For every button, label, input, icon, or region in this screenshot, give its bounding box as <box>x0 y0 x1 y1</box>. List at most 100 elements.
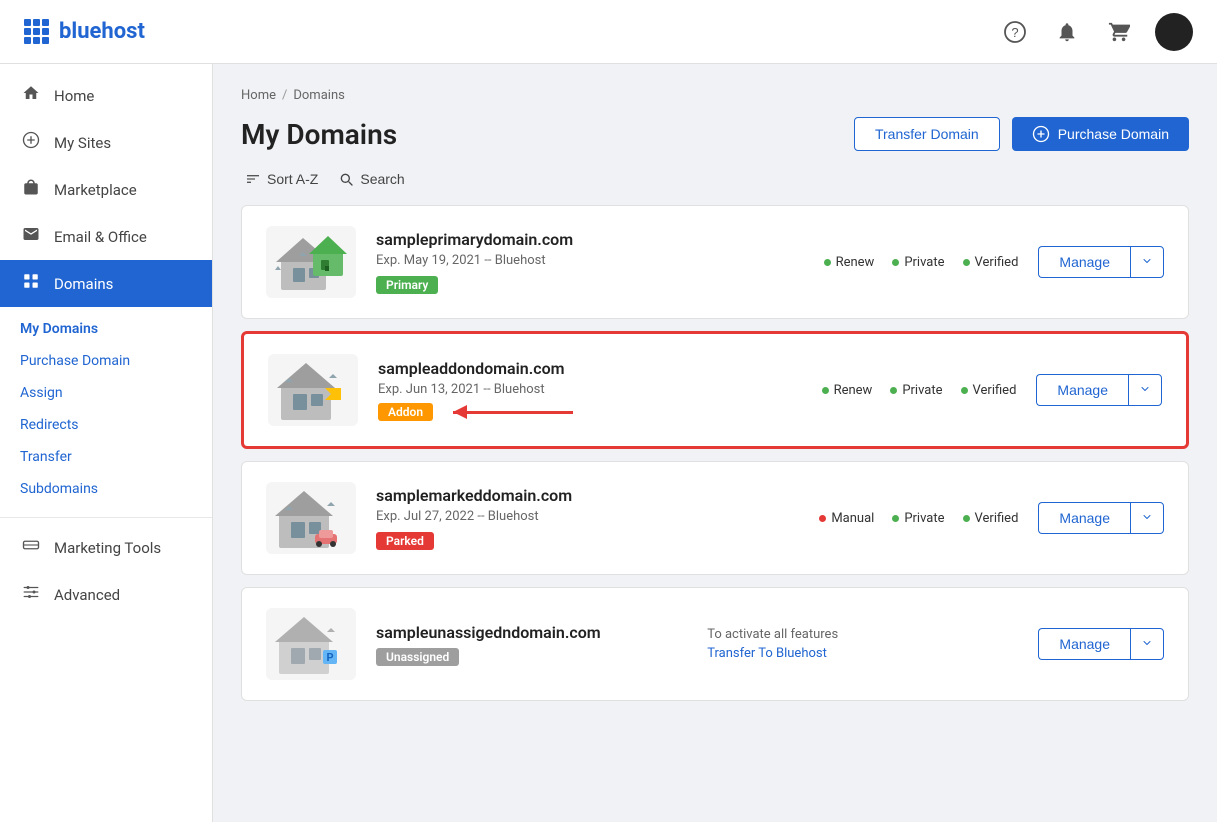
breadcrumb-home[interactable]: Home <box>241 88 276 103</box>
page-header: My Domains Transfer Domain Purchase Doma… <box>241 117 1189 151</box>
sidebar-divider <box>0 517 212 518</box>
sidebar-item-domains-label: Domains <box>54 275 113 293</box>
avatar[interactable] <box>1155 13 1193 51</box>
chevron-down-icon-parked <box>1141 511 1153 523</box>
sidebar-item-home-label: Home <box>54 87 94 105</box>
sidebar-item-marketplace[interactable]: Marketplace <box>0 166 212 213</box>
sidebar-item-my-sites-label: My Sites <box>54 134 111 152</box>
manage-dropdown-parked[interactable] <box>1130 502 1164 534</box>
verified-dot-addon <box>961 387 968 394</box>
domain-name-unassigned: sampleunassigedndomain.com <box>376 623 687 642</box>
sidebar-sub-assign[interactable]: Assign <box>0 377 212 409</box>
search-label: Search <box>360 171 404 187</box>
sort-label: Sort A-Z <box>267 171 318 187</box>
verified-label-addon: Verified <box>973 383 1017 398</box>
verified-label: Verified <box>975 255 1019 270</box>
sidebar-item-marketplace-label: Marketplace <box>54 181 137 199</box>
page-title: My Domains <box>241 118 397 151</box>
logo-grid-icon <box>24 19 49 44</box>
sidebar-item-marketing-label: Marketing Tools <box>54 539 161 557</box>
verified-label-parked: Verified <box>975 511 1019 526</box>
status-verified-addon: Verified <box>961 383 1017 398</box>
email-icon <box>20 225 42 248</box>
sidebar-sub-redirects[interactable]: Redirects <box>0 409 212 441</box>
transfer-to-bluehost-link[interactable]: Transfer To Bluehost <box>707 646 827 661</box>
domain-actions-parked: Manage <box>1038 502 1164 534</box>
manage-button-primary[interactable]: Manage <box>1038 246 1130 278</box>
private-label-addon: Private <box>902 383 942 398</box>
search-button[interactable]: Search <box>338 171 404 187</box>
badge-primary: Primary <box>376 276 438 294</box>
domain-name-addon: sampleaddondomain.com <box>378 359 802 378</box>
sidebar-item-advanced[interactable]: Advanced <box>0 571 212 618</box>
home-icon <box>20 84 42 107</box>
sidebar-item-marketing-tools[interactable]: Marketing Tools <box>0 524 212 571</box>
domain-info-unassigned: sampleunassigedndomain.com Unassigned <box>376 623 687 666</box>
sidebar-sub-my-domains[interactable]: My Domains <box>0 313 212 345</box>
help-icon[interactable]: ? <box>999 16 1031 48</box>
badge-unassigned: Unassigned <box>376 648 459 666</box>
renew-dot-addon <box>822 387 829 394</box>
verified-dot <box>963 259 970 266</box>
transfer-domain-button[interactable]: Transfer Domain <box>854 117 1000 151</box>
sidebar-sub-subdomains[interactable]: Subdomains <box>0 473 212 505</box>
bag-icon <box>20 178 42 201</box>
breadcrumb: Home / Domains <box>241 88 1189 103</box>
sidebar-sub-purchase-domain[interactable]: Purchase Domain <box>0 345 212 377</box>
domain-card-addon: sampleaddondomain.com Exp. Jun 13, 2021 … <box>241 331 1189 449</box>
manage-dropdown-addon[interactable] <box>1128 374 1162 406</box>
domain-status-primary: Renew Private Verified <box>824 255 1019 270</box>
domain-status-parked: Manual Private Verified <box>819 511 1018 526</box>
chevron-down-icon <box>1141 255 1153 267</box>
domain-name-primary: sampleprimarydomain.com <box>376 230 804 249</box>
domain-name-parked: samplemarkeddomain.com <box>376 486 799 505</box>
status-renew-primary: Renew <box>824 255 875 270</box>
sidebar-item-advanced-label: Advanced <box>54 586 120 604</box>
toolbar: Sort A-Z Search <box>241 171 1189 187</box>
sidebar-item-email-office[interactable]: Email & Office <box>0 213 212 260</box>
manage-dropdown-unassigned[interactable] <box>1130 628 1164 660</box>
domain-thumb-addon <box>268 354 358 426</box>
arrow-annotation <box>453 411 573 414</box>
sidebar-item-home[interactable]: Home <box>0 72 212 119</box>
manage-button-unassigned[interactable]: Manage <box>1038 628 1130 660</box>
bell-icon[interactable] <box>1051 16 1083 48</box>
status-private-addon: Private <box>890 383 942 398</box>
domain-exp-addon: Exp. Jun 13, 2021 -- Bluehost <box>378 382 802 397</box>
logo[interactable]: bluehost <box>24 19 145 44</box>
purchase-domain-button[interactable]: Purchase Domain <box>1012 117 1189 151</box>
sidebar-item-my-sites[interactable]: My Sites <box>0 119 212 166</box>
domain-actions-unassigned: Manage <box>1038 628 1164 660</box>
manage-dropdown-primary[interactable] <box>1130 246 1164 278</box>
manage-button-addon[interactable]: Manage <box>1036 374 1128 406</box>
sidebar-item-domains[interactable]: Domains <box>0 260 212 307</box>
private-dot <box>892 259 899 266</box>
main-content: Home / Domains My Domains Transfer Domai… <box>213 64 1217 822</box>
sort-button[interactable]: Sort A-Z <box>245 171 318 187</box>
chevron-down-icon-unassigned <box>1141 637 1153 649</box>
advanced-icon <box>20 583 42 606</box>
status-manual-parked: Manual <box>819 511 874 526</box>
svg-text:P: P <box>326 651 333 664</box>
cart-icon[interactable] <box>1103 16 1135 48</box>
domain-actions-primary: Manage <box>1038 246 1164 278</box>
header-icons: ? <box>999 13 1193 51</box>
layout: Home My Sites Marketplace Email & Office… <box>0 64 1217 822</box>
manual-label: Manual <box>831 511 874 526</box>
manage-button-parked[interactable]: Manage <box>1038 502 1130 534</box>
sidebar-sub-transfer[interactable]: Transfer <box>0 441 212 473</box>
renew-dot <box>824 259 831 266</box>
plus-circle-icon <box>1032 125 1050 143</box>
page-actions: Transfer Domain Purchase Domain <box>854 117 1189 151</box>
private-label-parked: Private <box>904 511 944 526</box>
status-verified-primary: Verified <box>963 255 1019 270</box>
domain-info-primary: sampleprimarydomain.com Exp. May 19, 202… <box>376 230 804 294</box>
renew-label: Renew <box>836 255 875 270</box>
domain-actions-addon: Manage <box>1036 374 1162 406</box>
domain-exp-parked: Exp. Jul 27, 2022 -- Bluehost <box>376 509 799 524</box>
domain-thumb-unassigned: P <box>266 608 356 680</box>
purchase-domain-label: Purchase Domain <box>1058 126 1169 142</box>
sidebar-item-email-label: Email & Office <box>54 228 147 246</box>
status-private-parked: Private <box>892 511 944 526</box>
private-dot-parked <box>892 515 899 522</box>
